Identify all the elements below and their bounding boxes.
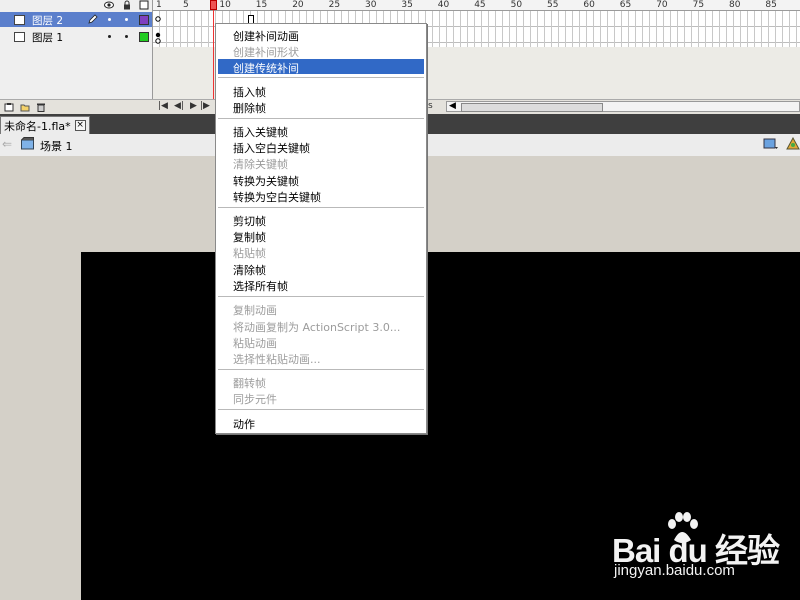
- ruler-tick-label: 70: [656, 0, 668, 10]
- menu-item-convert-to-blank-keyframes[interactable]: 转换为空白关键帧: [218, 188, 424, 204]
- menu-item-select-all-frames[interactable]: 选择所有帧: [218, 277, 424, 293]
- menu-separator: [218, 118, 424, 119]
- ruler-tick-label: 75: [692, 0, 705, 10]
- ruler-tick-label: 50: [510, 0, 523, 10]
- visibility-dot[interactable]: [108, 18, 111, 21]
- ruler-tick-label: 30: [365, 0, 377, 10]
- menu-item-copy-motion-as-as3: 将动画复制为 ActionScript 3.0...: [233, 321, 401, 334]
- back-arrow-icon[interactable]: ⇐: [2, 137, 12, 151]
- ruler-tick-label: 85: [765, 0, 777, 10]
- ruler-tick-label: 40: [437, 0, 450, 10]
- eye-icon[interactable]: [104, 0, 114, 10]
- menu-item-convert-to-keyframes[interactable]: 转换为关键帧: [218, 172, 424, 188]
- ruler-tick-label: 25: [328, 0, 341, 10]
- layer-row-2[interactable]: 图层 2: [0, 12, 152, 27]
- close-tab-icon[interactable]: ×: [74, 120, 86, 131]
- menu-item-create-classic-tween[interactable]: 创建传统补间: [218, 59, 424, 75]
- scroll-left-icon[interactable]: ◀: [449, 101, 456, 111]
- trash-icon[interactable]: [36, 102, 46, 112]
- layer-icon: [14, 32, 25, 42]
- scene-name[interactable]: 场景 1: [40, 138, 73, 154]
- menu-item-cut-frames[interactable]: 剪切帧: [218, 212, 424, 228]
- scene-icon: [21, 137, 34, 150]
- layer-name: 图层 2: [32, 15, 64, 27]
- menu-item-insert-blank-keyframe[interactable]: 插入空白关键帧: [218, 139, 424, 155]
- layer-color-swatch[interactable]: [139, 15, 149, 25]
- layer-list: 图层 2 图层 1: [0, 0, 153, 114]
- layer-name: 图层 1: [32, 32, 64, 44]
- menu-item-create-shape-tween: 创建补间形状: [233, 46, 299, 59]
- layer-row-1[interactable]: 图层 1: [0, 29, 152, 44]
- ruler-tick-label: 55: [547, 0, 559, 10]
- menu-item-insert-frame[interactable]: 插入帧: [218, 83, 424, 99]
- menu-separator: [218, 207, 424, 208]
- ruler-tick-label: 1: [156, 0, 162, 10]
- frame-rate-partial: s: [428, 101, 433, 111]
- outline-icon[interactable]: [139, 0, 149, 10]
- ruler-tick-label: 65: [619, 0, 632, 10]
- ruler-tick-label: 10: [219, 0, 231, 10]
- ruler-tick-label: 15: [255, 0, 268, 10]
- menu-item-create-motion-tween[interactable]: 创建补间动画: [218, 27, 424, 43]
- new-folder-icon[interactable]: [20, 102, 30, 112]
- lock-dot[interactable]: [125, 35, 128, 38]
- ruler-tick-label: 5: [183, 0, 189, 10]
- menu-item-clear-keyframe: 清除关键帧: [233, 158, 288, 171]
- menu-item-paste-motion-special: 选择性粘贴动画...: [233, 353, 321, 366]
- menu-separator: [218, 77, 424, 78]
- edit-scene-icon[interactable]: [763, 137, 779, 151]
- menu-item-paste-motion: 粘贴动画: [233, 337, 277, 350]
- lock-icon[interactable]: [122, 0, 132, 10]
- menu-item-remove-frames[interactable]: 删除帧: [218, 99, 424, 115]
- step-forward-icon[interactable]: |▶: [200, 101, 210, 111]
- ruler-tick-label: 80: [729, 0, 741, 10]
- scroll-thumb[interactable]: [461, 103, 603, 112]
- menu-separator: [218, 409, 424, 410]
- ruler-tick-label: 45: [474, 0, 486, 10]
- lock-dot[interactable]: [125, 18, 128, 21]
- menu-item-clear-frames[interactable]: 清除帧: [218, 261, 424, 277]
- visibility-dot[interactable]: [108, 35, 111, 38]
- ruler-tick-label: 60: [583, 0, 595, 10]
- new-layer-icon[interactable]: [4, 102, 14, 112]
- pencil-icon: [88, 14, 98, 24]
- menu-item-paste-frames: 粘贴帧: [233, 247, 266, 260]
- watermark-url: jingyan.baidu.com: [614, 562, 735, 579]
- document-tab[interactable]: 未命名-1.fla* ×: [0, 116, 90, 134]
- layer-icon: [14, 15, 25, 25]
- edit-symbols-icon[interactable]: [786, 137, 800, 151]
- keyframe-markers[interactable]: [154, 15, 162, 45]
- menu-item-reverse-frames: 翻转帧: [233, 377, 266, 390]
- menu-item-synchronize-symbols: 同步元件: [233, 393, 277, 406]
- menu-item-copy-frames[interactable]: 复制帧: [218, 228, 424, 244]
- context-menu: 创建补间动画 创建补间形状 创建传统补间 插入帧 删除帧 插入关键帧 插入空白关…: [215, 23, 427, 434]
- first-frame-icon[interactable]: |◀: [158, 101, 168, 111]
- layer-color-swatch[interactable]: [139, 32, 149, 42]
- menu-separator: [218, 296, 424, 297]
- menu-item-insert-keyframe[interactable]: 插入关键帧: [218, 123, 424, 139]
- timeline-scrollbar[interactable]: ◀: [446, 101, 800, 112]
- menu-item-copy-motion: 复制动画: [233, 304, 277, 317]
- frame-ruler[interactable]: 1 5 10 15 20 25 30 35 40 45 50 55 60 65 70 75 80 85: [153, 0, 800, 11]
- baidu-jingyan-watermark: Bai du 经验 jingyan.baidu.com: [612, 512, 782, 582]
- step-back-icon[interactable]: ◀|: [174, 101, 184, 111]
- menu-item-actions[interactable]: 动作: [218, 415, 424, 431]
- play-icon[interactable]: ▶: [190, 101, 197, 111]
- menu-separator: [218, 369, 424, 370]
- ruler-tick-label: 20: [292, 0, 304, 10]
- ruler-tick-label: 35: [401, 0, 413, 10]
- document-title: 未命名-1.fla*: [4, 119, 71, 133]
